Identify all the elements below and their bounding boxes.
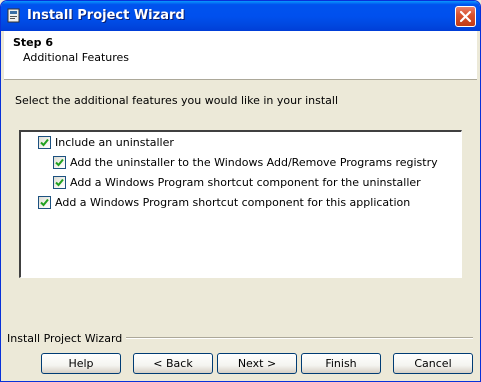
option-add-remove-registry[interactable]: Add the uninstaller to the Windows Add/R… (53, 156, 438, 169)
option-label: Include an uninstaller (55, 136, 174, 149)
option-label: Add a Windows Program shortcut component… (70, 176, 421, 189)
checkbox[interactable] (38, 196, 51, 209)
check-icon (40, 198, 49, 207)
title-bar[interactable]: Install Project Wizard (1, 1, 480, 31)
wizard-header: Step 6 Additional Features (4, 31, 477, 80)
back-button[interactable]: < Back (133, 353, 213, 374)
wizard-window: Install Project Wizard Step 6 Additional… (0, 0, 481, 382)
check-icon (55, 158, 64, 167)
option-include-uninstaller[interactable]: Include an uninstaller (38, 136, 174, 149)
close-button[interactable] (455, 6, 476, 27)
option-uninstaller-shortcut[interactable]: Add a Windows Program shortcut component… (53, 176, 421, 189)
checkbox[interactable] (38, 136, 51, 149)
close-icon (459, 10, 472, 23)
features-panel: Include an uninstaller Add the uninstall… (19, 130, 462, 278)
step-title: Step 6 (13, 36, 53, 49)
installer-app-icon (6, 8, 21, 23)
window-title: Install Project Wizard (27, 8, 185, 23)
check-icon (55, 178, 64, 187)
checkbox[interactable] (53, 176, 66, 189)
finish-button[interactable]: Finish (301, 353, 381, 374)
checkbox[interactable] (53, 156, 66, 169)
cancel-button[interactable]: Cancel (393, 353, 473, 374)
footer-group-label: Install Project Wizard (7, 332, 127, 345)
check-icon (40, 138, 49, 147)
option-label: Add a Windows Program shortcut component… (55, 196, 411, 209)
footer-divider (115, 337, 473, 339)
instruction-text: Select the additional features you would… (15, 94, 339, 107)
option-label: Add the uninstaller to the Windows Add/R… (70, 156, 438, 169)
option-application-shortcut[interactable]: Add a Windows Program shortcut component… (38, 196, 410, 209)
next-button[interactable]: Next > (217, 353, 297, 374)
step-subtitle: Additional Features (23, 51, 130, 64)
help-button[interactable]: Help (41, 353, 121, 374)
